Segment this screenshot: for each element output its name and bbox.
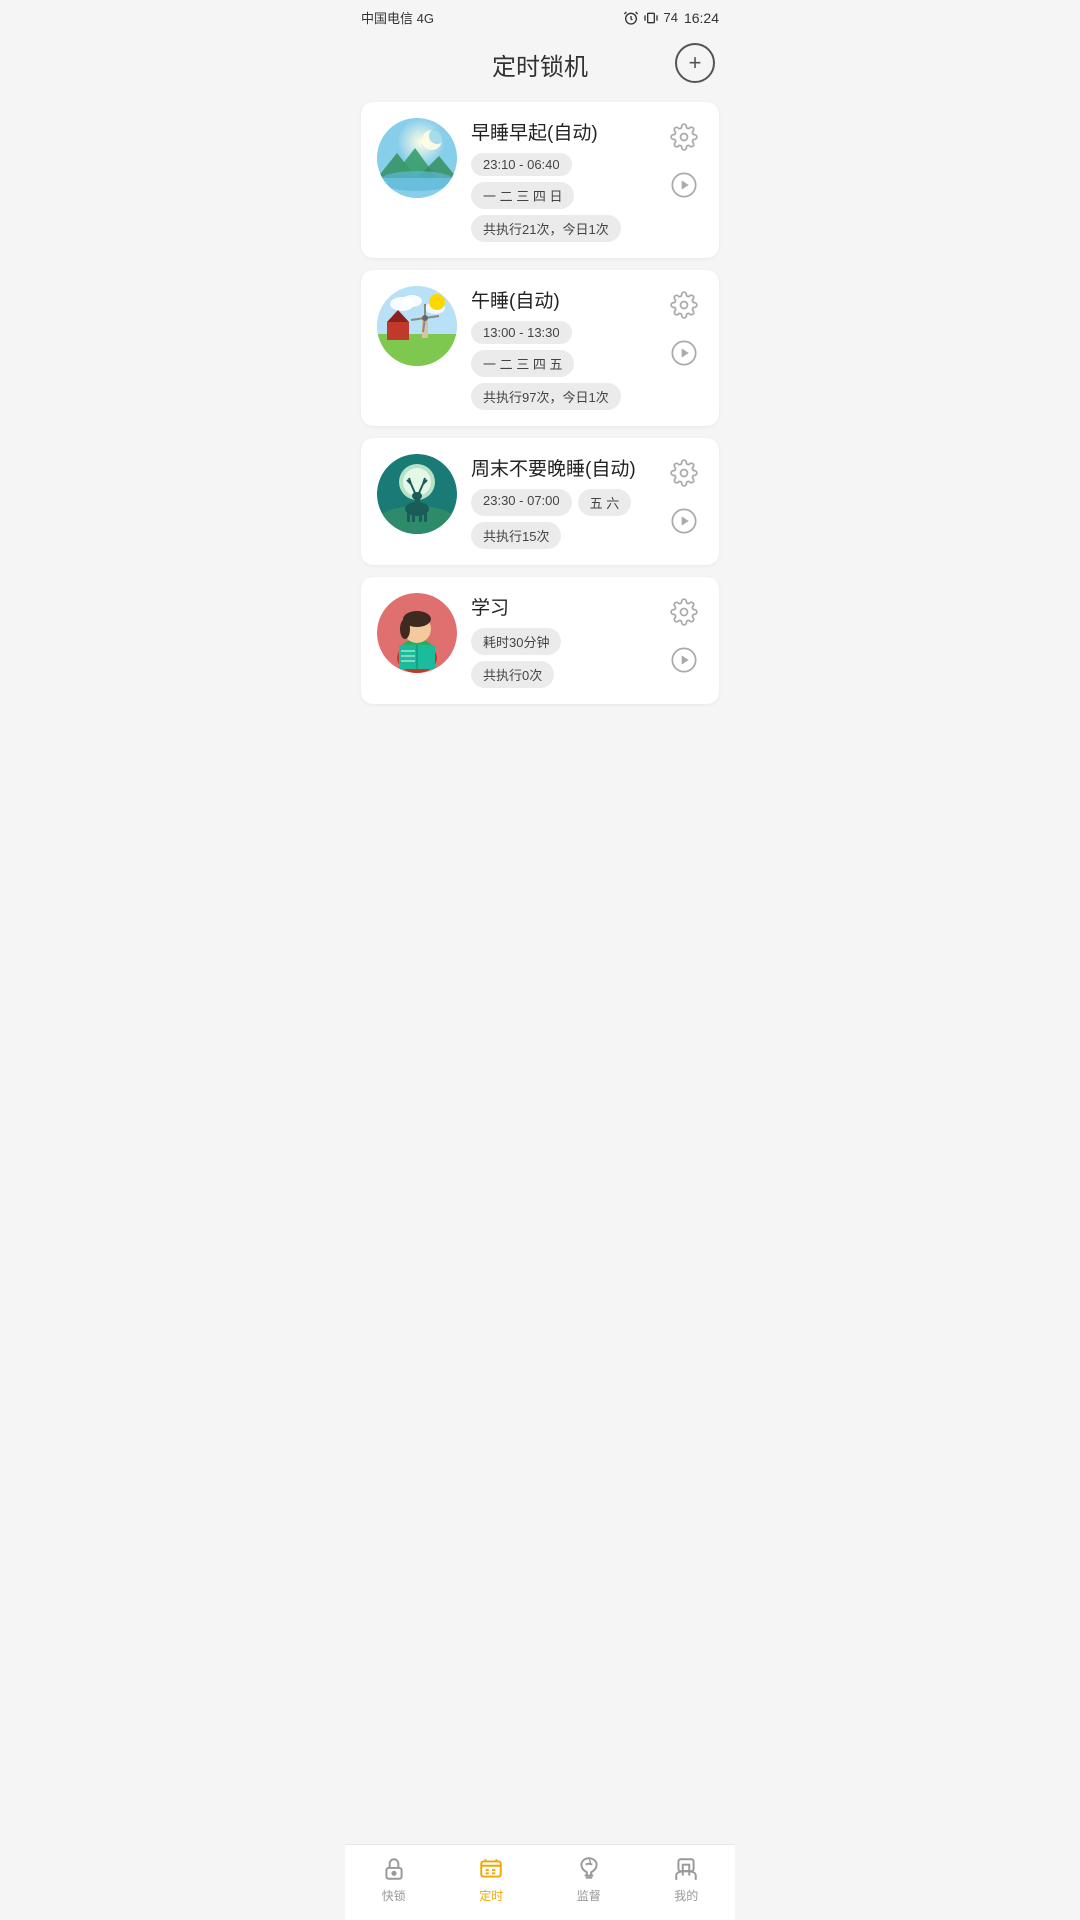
time-text: 16:24 (684, 10, 719, 26)
play-button-study[interactable] (665, 641, 703, 679)
avatar-noon-nap (377, 286, 457, 366)
schedule-card-weekend-sleep: 周末不要晚睡(自动) 23:30 - 07:00 五 六 共执行15次 (361, 438, 719, 565)
schedule-title-noon-nap: 午睡(自动) (471, 286, 651, 313)
avatar-study (377, 593, 457, 673)
bottom-nav: 快锁 定时 (345, 1844, 735, 1920)
card-actions-noon-nap (665, 286, 703, 372)
stats-weekend-sleep: 共执行15次 (471, 522, 561, 549)
settings-button-weekend-sleep[interactable] (665, 454, 703, 492)
nav-item-monitor[interactable]: 监督 (554, 1855, 624, 1904)
card-tags-weekend-sleep: 23:30 - 07:00 五 六 (471, 489, 651, 516)
timer-icon (477, 1855, 505, 1883)
duration-tag-study: 耗时30分钟 (471, 628, 561, 655)
days-tag-noon-nap: 一 二 三 四 五 (471, 350, 574, 377)
play-button-early-sleep[interactable] (665, 166, 703, 204)
nav-item-mine[interactable]: 我的 (651, 1855, 721, 1904)
days-tag-early-sleep: 一 二 三 四 日 (471, 182, 574, 209)
page-header: 定时锁机 + (345, 31, 735, 94)
alarm-icon (623, 10, 639, 26)
quick-lock-icon (380, 1855, 408, 1883)
card-body-noon-nap: 午睡(自动) 13:00 - 13:30 一 二 三 四 五 共执行97次，今日… (471, 286, 651, 410)
settings-button-early-sleep[interactable] (665, 118, 703, 156)
time-tag-weekend-sleep: 23:30 - 07:00 (471, 489, 572, 516)
monitor-icon (575, 1855, 603, 1883)
schedule-title-weekend-sleep: 周末不要晚睡(自动) (471, 454, 651, 481)
settings-button-study[interactable] (665, 593, 703, 631)
schedule-title-early-sleep: 早睡早起(自动) (471, 118, 651, 145)
status-right: 74 16:24 (623, 10, 719, 26)
stats-study: 共执行0次 (471, 661, 554, 688)
mine-icon (672, 1855, 700, 1883)
schedule-card-study: 学习 耗时30分钟 共执行0次 (361, 577, 719, 704)
add-button[interactable]: + (675, 43, 715, 83)
play-button-weekend-sleep[interactable] (665, 502, 703, 540)
time-tag-noon-nap: 13:00 - 13:30 (471, 321, 572, 344)
schedule-card-early-sleep: 早睡早起(自动) 23:10 - 06:40 一 二 三 四 日 共执行21次，… (361, 102, 719, 258)
card-body-weekend-sleep: 周末不要晚睡(自动) 23:30 - 07:00 五 六 共执行15次 (471, 454, 651, 549)
avatar-early-sleep (377, 118, 457, 198)
nav-label-timer: 定时 (479, 1887, 503, 1904)
schedule-list: 早睡早起(自动) 23:10 - 06:40 一 二 三 四 日 共执行21次，… (345, 94, 735, 712)
nav-label-mine: 我的 (674, 1887, 698, 1904)
card-actions-weekend-sleep (665, 454, 703, 540)
nav-label-quick-lock: 快锁 (382, 1887, 406, 1904)
nav-label-monitor: 监督 (577, 1887, 601, 1904)
nav-item-quick-lock[interactable]: 快锁 (359, 1855, 429, 1904)
settings-button-noon-nap[interactable] (665, 286, 703, 324)
stats-early-sleep: 共执行21次，今日1次 (471, 215, 621, 242)
carrier-text: 中国电信 4G (361, 8, 434, 27)
card-tags-study: 耗时30分钟 (471, 628, 651, 655)
page-title: 定时锁机 (492, 47, 588, 82)
time-tag-early-sleep: 23:10 - 06:40 (471, 153, 572, 176)
play-button-noon-nap[interactable] (665, 334, 703, 372)
card-body-study: 学习 耗时30分钟 共执行0次 (471, 593, 651, 688)
nav-item-timer[interactable]: 定时 (456, 1855, 526, 1904)
card-tags-early-sleep: 23:10 - 06:40 一 二 三 四 日 (471, 153, 651, 209)
card-actions-study (665, 593, 703, 679)
card-body-early-sleep: 早睡早起(自动) 23:10 - 06:40 一 二 三 四 日 共执行21次，… (471, 118, 651, 242)
days-tag-weekend-sleep: 五 六 (578, 489, 632, 516)
stats-noon-nap: 共执行97次，今日1次 (471, 383, 621, 410)
vibrate-icon (643, 10, 659, 26)
battery-text: 74 (663, 10, 677, 25)
card-tags-noon-nap: 13:00 - 13:30 一 二 三 四 五 (471, 321, 651, 377)
card-actions-early-sleep (665, 118, 703, 204)
schedule-card-noon-nap: 午睡(自动) 13:00 - 13:30 一 二 三 四 五 共执行97次，今日… (361, 270, 719, 426)
status-bar: 中国电信 4G 74 16:24 (345, 0, 735, 31)
schedule-title-study: 学习 (471, 593, 651, 620)
avatar-weekend-sleep (377, 454, 457, 534)
